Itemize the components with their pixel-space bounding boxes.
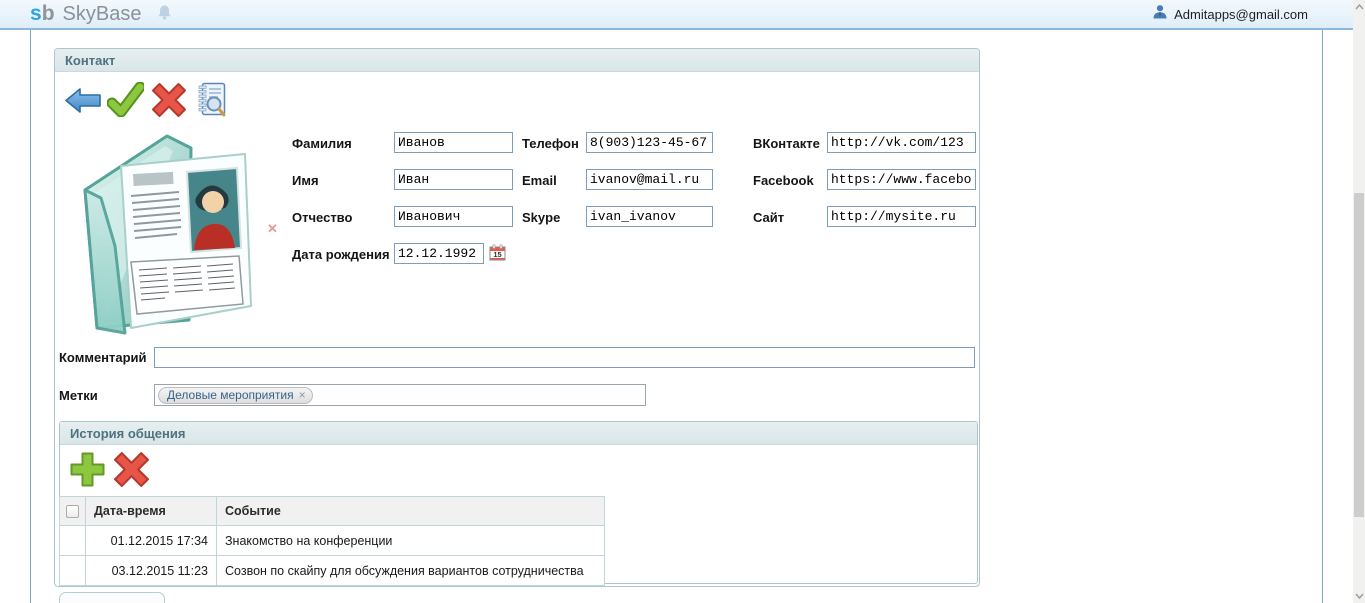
user-email: Admitapps@gmail.com	[1174, 6, 1308, 22]
skype-label: Skype	[522, 210, 561, 225]
comment-label: Комментарий	[59, 350, 147, 365]
row-event: Знакомство на конференции	[216, 525, 605, 556]
patronymic-input[interactable]	[394, 206, 513, 227]
row-checkbox-cell[interactable]	[59, 555, 86, 586]
select-all-checkbox[interactable]	[66, 505, 79, 519]
tag-chip-label: Деловые мероприятия	[167, 388, 294, 402]
check-icon	[106, 81, 146, 118]
chevron-down-icon	[1354, 593, 1364, 599]
tags-label: Метки	[59, 388, 98, 403]
facebook-label: Facebook	[753, 173, 814, 188]
row-datetime: 03.12.2015 11:23	[85, 555, 217, 586]
row-datetime: 01.12.2015 17:34	[85, 525, 217, 556]
bell-icon[interactable]	[157, 4, 172, 26]
plus-icon	[70, 452, 105, 487]
birthdate-label: Дата рождения	[292, 247, 390, 262]
firstname-input[interactable]	[394, 169, 513, 190]
surname-label: Фамилия	[292, 136, 352, 151]
save-button[interactable]	[106, 81, 146, 122]
user-icon	[1152, 4, 1168, 24]
tag-chip: Деловые мероприятия ×	[158, 386, 313, 404]
skybase-logo[interactable]: s b SkyBase	[30, 2, 141, 26]
logo-letter-b: b	[41, 2, 55, 25]
svg-text:15: 15	[493, 250, 501, 259]
contact-photo[interactable]	[67, 128, 263, 335]
history-table-header: Дата-время Событие	[59, 496, 605, 526]
vk-label: ВКонтакте	[753, 136, 820, 151]
cross-icon	[152, 83, 186, 117]
topbar: s b SkyBase Admitapps@gmail.com	[0, 0, 1353, 30]
content-frame: Контакт ✕ Фамилия Иванов Имя Иван Отчест…	[30, 30, 1323, 603]
site-label: Сайт	[753, 210, 785, 225]
row-checkbox-cell[interactable]	[59, 525, 86, 556]
contact-panel-title: Контакт	[55, 49, 979, 72]
back-arrow-icon	[65, 88, 101, 113]
calendar-button[interactable]: 15	[489, 244, 506, 266]
firstname-label: Имя	[292, 173, 319, 188]
column-header-event: Событие	[216, 496, 605, 526]
table-row[interactable]: 03.12.2015 11:23 Созвон по скайпу для об…	[59, 555, 605, 586]
site-input[interactable]	[827, 206, 976, 227]
column-header-datetime: Дата-время	[85, 496, 217, 526]
back-button[interactable]	[64, 87, 102, 119]
journal-button[interactable]	[196, 81, 227, 122]
table-row[interactable]: 01.12.2015 17:34 Знакомство на конференц…	[59, 525, 605, 556]
history-panel: История общения Дата-время Событие 01.12…	[59, 421, 978, 586]
logo-text: SkyBase	[62, 3, 142, 25]
chevron-up-icon	[1354, 4, 1364, 10]
calendar-icon: 15	[489, 244, 506, 261]
comment-input[interactable]	[154, 347, 975, 368]
tag-remove-icon[interactable]: ×	[299, 389, 306, 401]
row-event: Созвон по скайпу для обсуждения варианто…	[216, 555, 605, 586]
phone-label: Телефон	[522, 136, 579, 151]
email-input[interactable]	[586, 169, 713, 190]
facebook-input[interactable]	[827, 169, 976, 190]
remove-photo-icon[interactable]: ✕	[267, 222, 278, 235]
bottom-tab[interactable]	[59, 592, 165, 603]
patronymic-label: Отчество	[292, 210, 353, 225]
scroll-up-button[interactable]	[1353, 0, 1365, 14]
delete-event-button[interactable]	[113, 451, 150, 493]
birthdate-input[interactable]	[394, 243, 484, 264]
vk-input[interactable]	[827, 132, 976, 153]
scroll-down-button[interactable]	[1353, 589, 1365, 603]
vertical-scrollbar[interactable]	[1353, 0, 1365, 603]
user-account[interactable]: Admitapps@gmail.com	[1152, 0, 1308, 28]
page: s b SkyBase Admitapps@gmail.com Контакт …	[0, 0, 1365, 603]
phone-input[interactable]	[586, 132, 713, 153]
surname-input[interactable]	[394, 132, 513, 153]
add-event-button[interactable]	[69, 451, 106, 493]
logo-letter-s: s	[30, 2, 42, 25]
scrollbar-thumb[interactable]	[1354, 193, 1364, 517]
history-table: Дата-время Событие 01.12.2015 17:34 Знак…	[59, 496, 605, 586]
journal-search-icon	[198, 82, 226, 117]
delete-button[interactable]	[151, 82, 187, 123]
history-panel-title: История общения	[60, 422, 977, 445]
cross-icon	[114, 452, 149, 487]
skype-input[interactable]	[586, 206, 713, 227]
contact-panel: Контакт ✕ Фамилия Иванов Имя Иван Отчест…	[54, 48, 980, 587]
tags-input[interactable]: Деловые мероприятия ×	[154, 384, 646, 406]
email-label: Email	[522, 173, 557, 188]
